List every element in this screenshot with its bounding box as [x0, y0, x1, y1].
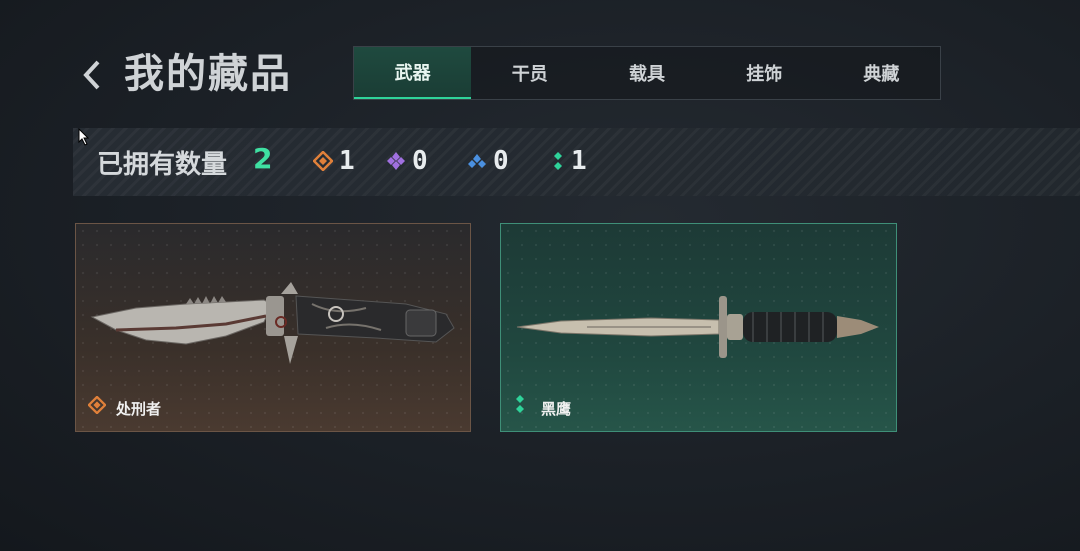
- ownership-summary: 已拥有数量 2 1 0 0 1: [73, 128, 1080, 196]
- back-button[interactable]: [78, 58, 108, 92]
- tab-charms[interactable]: 挂饰: [706, 47, 823, 99]
- rarity-count: 0: [493, 146, 509, 176]
- category-tabs: 武器 干员 载具 挂饰 典藏: [353, 46, 941, 100]
- rarity-stat-orange: 1: [313, 146, 355, 176]
- item-name: 处刑者: [116, 400, 162, 418]
- tab-vehicles[interactable]: 载具: [588, 47, 705, 99]
- green-diamond-icon: [554, 152, 562, 170]
- rarity-stat-purple: 0: [386, 146, 428, 176]
- item-card-black-hawk[interactable]: 黑鹰: [500, 223, 897, 432]
- orange-diamond-icon: [87, 395, 107, 415]
- page-title: 我的藏品: [124, 51, 292, 97]
- purple-diamond-icon: [387, 152, 405, 170]
- green-diamond-icon: [516, 395, 524, 413]
- mouse-cursor-icon: [78, 128, 90, 146]
- owned-total: 2: [253, 142, 273, 175]
- owned-label: 已拥有数量: [97, 150, 228, 180]
- tab-collection[interactable]: 典藏: [823, 47, 940, 99]
- rarity-count: 1: [339, 146, 355, 176]
- rarity-stat-blue: 0: [467, 146, 509, 176]
- chevron-left-icon: [83, 60, 100, 90]
- rarity-stat-green: 1: [551, 146, 587, 176]
- item-card-executioner[interactable]: 处刑者: [75, 223, 471, 432]
- tab-operators[interactable]: 干员: [471, 47, 588, 99]
- tab-weapons[interactable]: 武器: [354, 47, 472, 99]
- rarity-count: 0: [412, 146, 428, 176]
- orange-diamond-icon: [313, 151, 333, 171]
- item-name: 黑鹰: [541, 400, 572, 418]
- rarity-count: 1: [571, 146, 587, 176]
- blue-diamond-icon: [468, 154, 486, 168]
